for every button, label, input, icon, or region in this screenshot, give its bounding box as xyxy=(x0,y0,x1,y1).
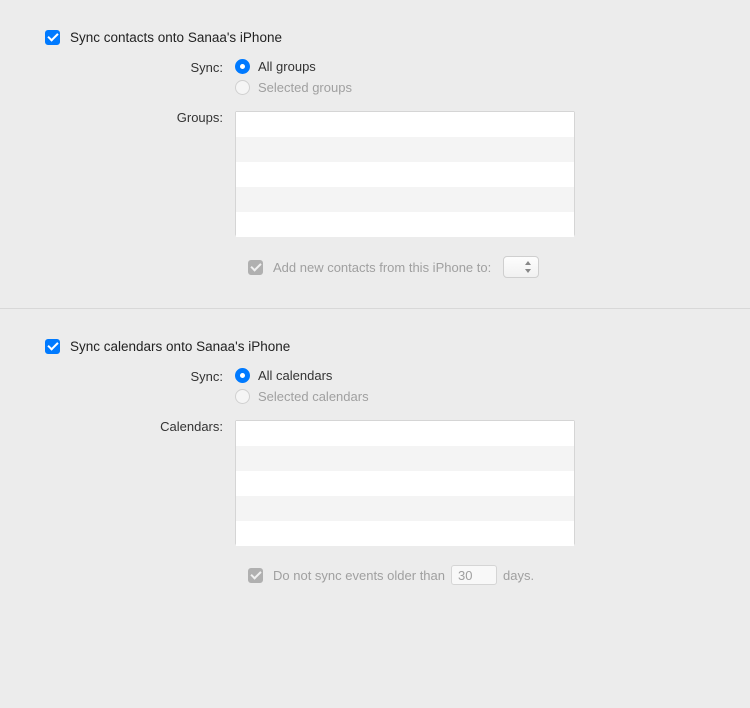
contacts-sync-row-label: Sync: xyxy=(95,59,235,95)
add-new-contacts-select[interactable] xyxy=(503,256,539,278)
add-new-contacts-checkbox[interactable] xyxy=(248,260,263,275)
contacts-all-groups-radio[interactable] xyxy=(235,59,250,74)
contacts-section: Sync contacts onto Sanaa's iPhone Sync: … xyxy=(40,30,710,308)
calendars-selected-label: Selected calendars xyxy=(258,389,369,404)
section-divider xyxy=(0,308,750,309)
sync-calendars-checkbox[interactable] xyxy=(45,339,60,354)
sync-contacts-checkbox[interactable] xyxy=(45,30,60,45)
calendars-list[interactable] xyxy=(235,420,575,545)
do-not-sync-old-events-checkbox[interactable] xyxy=(248,568,263,583)
calendars-section: Sync calendars onto Sanaa's iPhone Sync:… xyxy=(40,339,710,615)
calendars-all-label: All calendars xyxy=(258,368,332,383)
do-not-sync-suffix: days. xyxy=(503,568,534,583)
sync-contacts-label: Sync contacts onto Sanaa's iPhone xyxy=(70,30,282,45)
contacts-groups-row-label: Groups: xyxy=(95,109,235,236)
contacts-selected-groups-label: Selected groups xyxy=(258,80,352,95)
calendars-all-radio[interactable] xyxy=(235,368,250,383)
calendars-selected-radio[interactable] xyxy=(235,389,250,404)
calendars-sync-row-label: Sync: xyxy=(95,368,235,404)
contacts-all-groups-label: All groups xyxy=(258,59,316,74)
contacts-groups-list[interactable] xyxy=(235,111,575,236)
contacts-selected-groups-radio[interactable] xyxy=(235,80,250,95)
calendars-row-label: Calendars: xyxy=(95,418,235,545)
events-age-input[interactable]: 30 xyxy=(451,565,497,585)
sync-calendars-label: Sync calendars onto Sanaa's iPhone xyxy=(70,339,290,354)
do-not-sync-prefix: Do not sync events older than xyxy=(273,568,445,583)
add-new-contacts-label: Add new contacts from this iPhone to: xyxy=(273,260,491,275)
